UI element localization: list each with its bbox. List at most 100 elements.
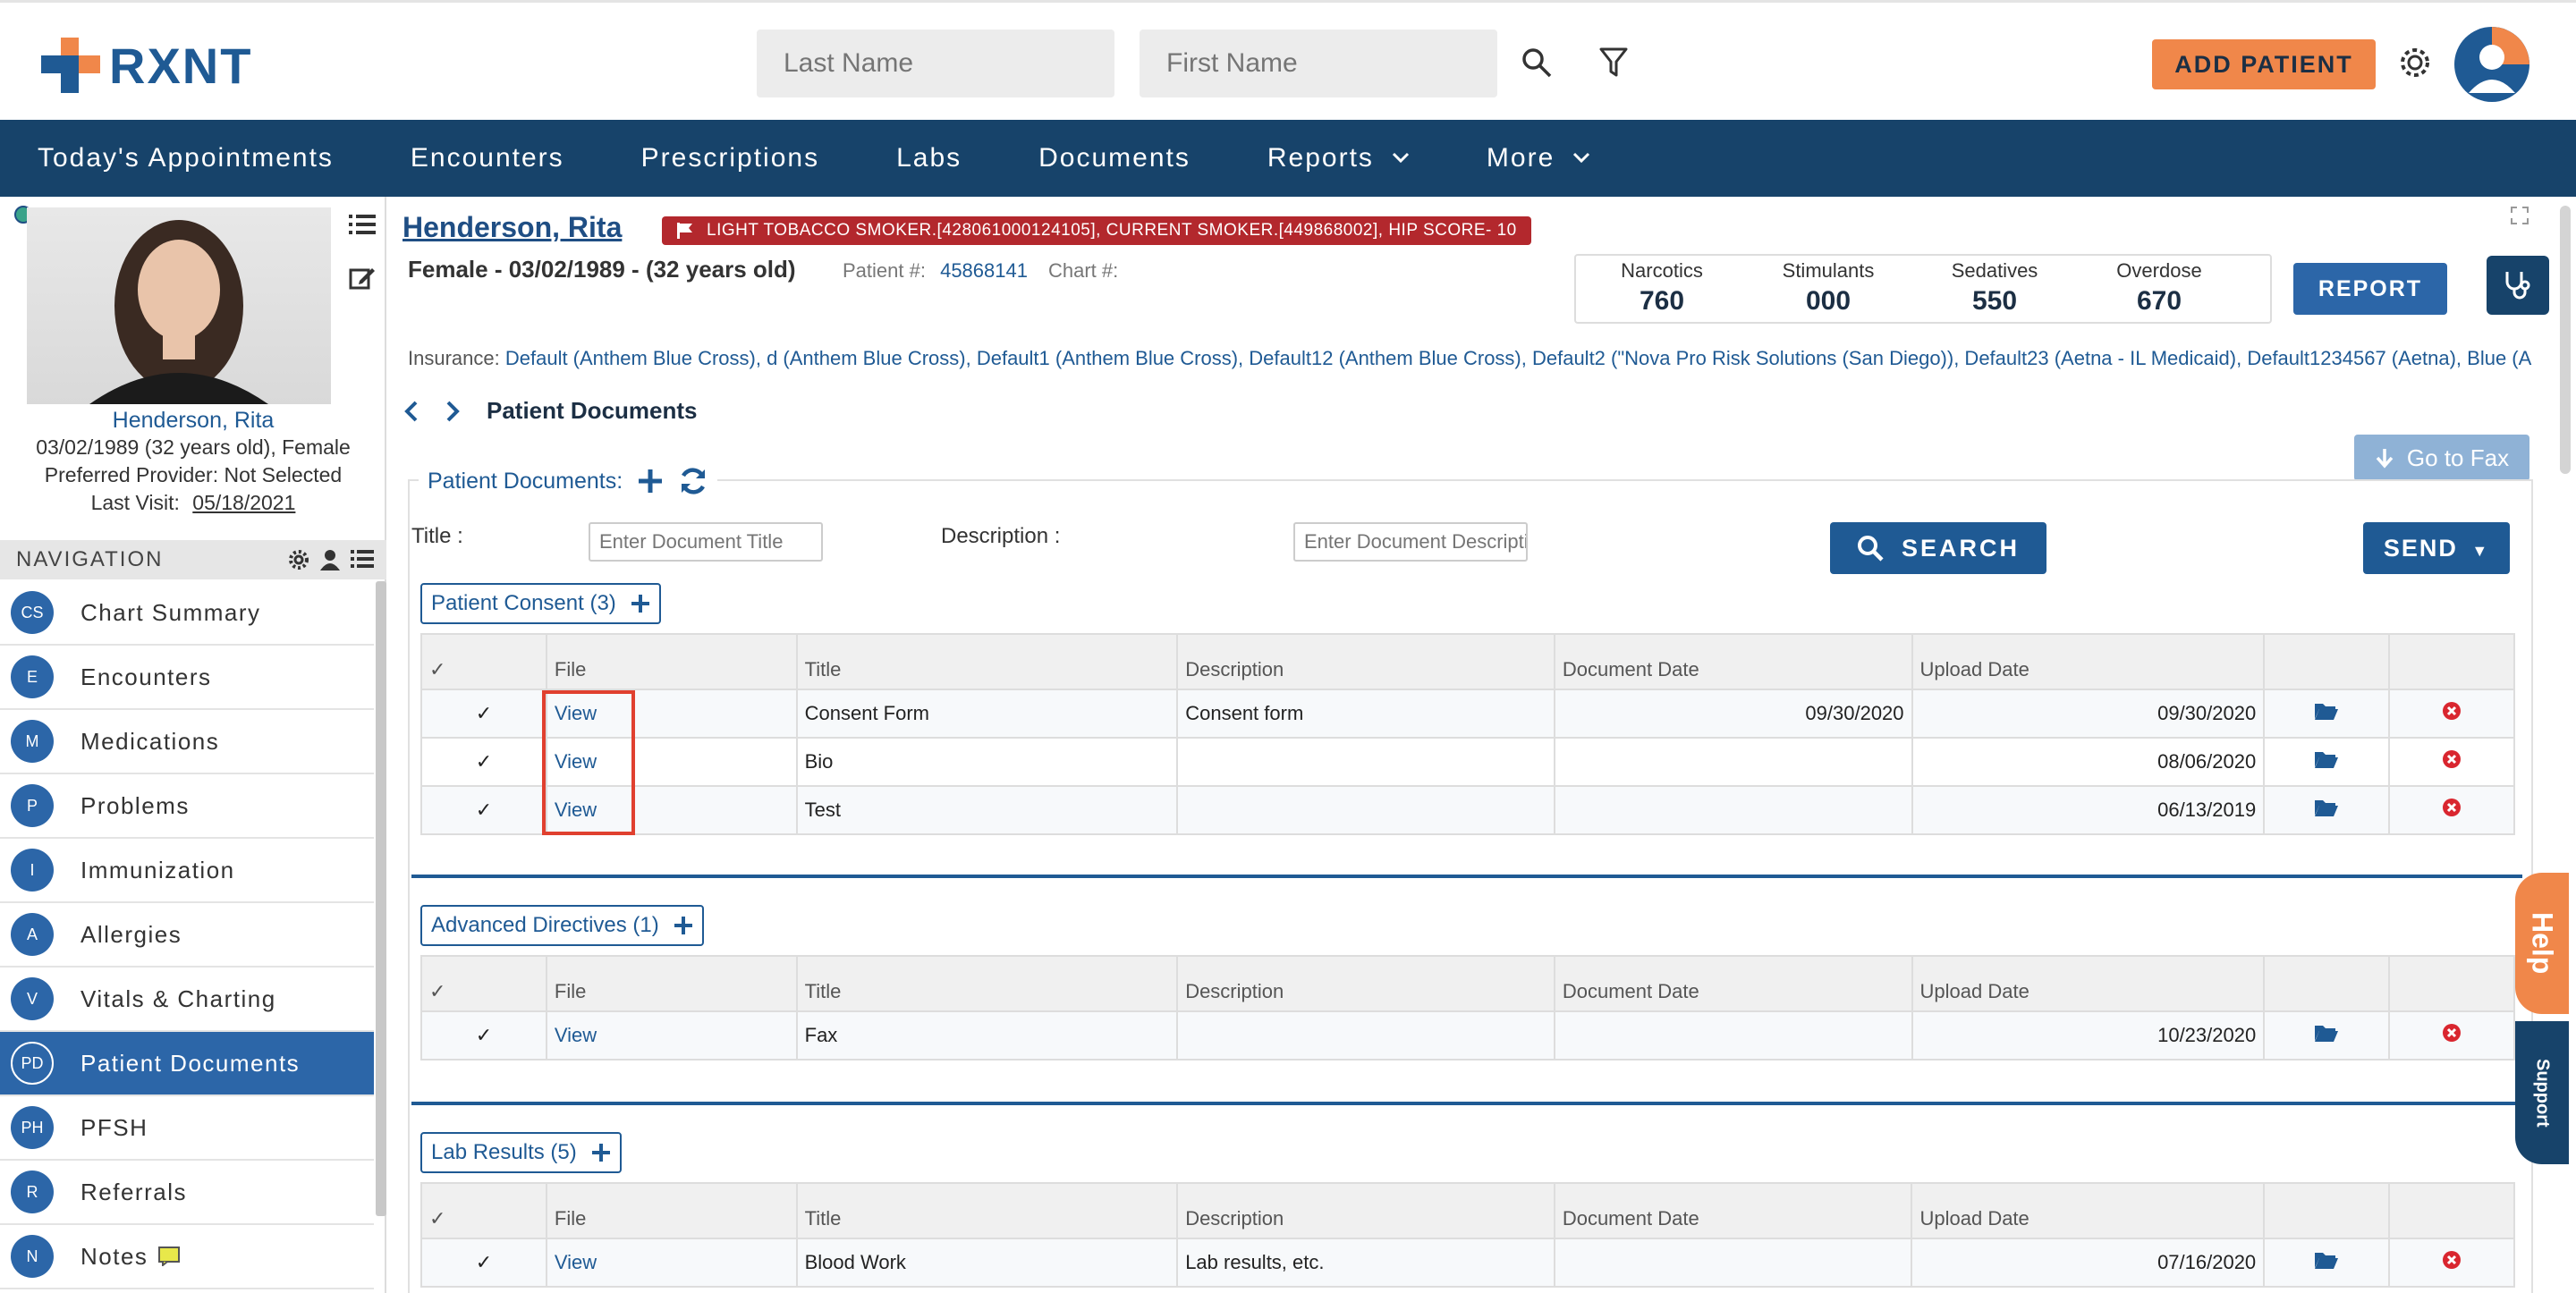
sidenav-encounters[interactable]: E Encounters — [0, 646, 374, 710]
select-column-header[interactable]: ✓ — [420, 1182, 547, 1239]
chevron-left-icon[interactable] — [404, 401, 419, 422]
sidenav-chart-summary[interactable]: CS Chart Summary — [0, 581, 374, 646]
section-advanced-directives[interactable]: Advanced Directives (1) — [420, 905, 704, 946]
column-header-file[interactable]: File — [545, 1182, 798, 1239]
nav-labs[interactable]: Labs — [896, 143, 962, 173]
patient-photo[interactable] — [27, 207, 331, 404]
sidenav-patient-documents[interactable]: PD Patient Documents — [0, 1032, 374, 1096]
document-title-input[interactable] — [589, 522, 823, 562]
nav-encounters[interactable]: Encounters — [411, 143, 564, 173]
doc-description: Consent form — [1176, 689, 1555, 739]
view-link[interactable]: View — [555, 1251, 597, 1273]
sidenav-referrals[interactable]: R Referrals — [0, 1161, 374, 1225]
view-link[interactable]: View — [555, 1024, 597, 1046]
folder-open-icon[interactable] — [2314, 1023, 2339, 1043]
insurance-list[interactable]: Default (Anthem Blue Cross), d (Anthem B… — [505, 347, 2531, 369]
gear-icon[interactable] — [2390, 38, 2440, 88]
stethoscope-icon[interactable] — [2487, 256, 2549, 315]
column-header-upload-date[interactable]: Upload Date — [1911, 955, 2266, 1012]
document-description-input[interactable] — [1293, 522, 1528, 562]
person-icon[interactable] — [320, 549, 340, 570]
select-column-header[interactable]: ✓ — [420, 633, 547, 690]
rxnt-logo[interactable]: RXNT — [41, 34, 252, 97]
settings-icon[interactable] — [288, 549, 309, 570]
column-header-title[interactable]: Title — [795, 1182, 1179, 1239]
delete-icon[interactable] — [2442, 701, 2462, 721]
expand-icon[interactable] — [2510, 206, 2529, 230]
sidenav-medications[interactable]: M Medications — [0, 710, 374, 774]
folder-open-icon[interactable] — [2314, 798, 2339, 817]
sidenav-label: Immunization — [80, 856, 235, 883]
column-header-description[interactable]: Description — [1176, 633, 1555, 690]
sidenav-vitals-charting[interactable]: V Vitals & Charting — [0, 968, 374, 1032]
column-header-upload-date[interactable]: Upload Date — [1911, 1182, 2266, 1239]
nav-reports[interactable]: Reports — [1267, 143, 1410, 173]
section-patient-consent[interactable]: Patient Consent (3) — [420, 583, 661, 624]
search-button[interactable]: SEARCH — [1830, 522, 2046, 574]
left-scrollbar[interactable] — [376, 581, 386, 1216]
search-icon[interactable] — [1512, 38, 1562, 88]
row-checkbox[interactable]: ✓ — [420, 785, 547, 835]
sidenav-immunization[interactable]: I Immunization — [0, 839, 374, 903]
nav-more[interactable]: More — [1487, 143, 1590, 173]
last-visit-date[interactable]: 05/18/2021 — [192, 491, 295, 514]
insurance-line: Insurance: Default (Anthem Blue Cross), … — [408, 347, 2555, 370]
column-header-description[interactable]: Description — [1176, 955, 1555, 1012]
column-header-delete — [2388, 1182, 2515, 1239]
list-icon[interactable] — [349, 213, 376, 241]
user-avatar[interactable] — [2454, 27, 2529, 102]
sidenav-allergies[interactable]: A Allergies — [0, 903, 374, 968]
add-patient-button[interactable]: ADD PATIENT — [2152, 39, 2376, 89]
nav-prescriptions[interactable]: Prescriptions — [641, 143, 819, 173]
report-button[interactable]: REPORT — [2293, 263, 2447, 315]
section-lab-results[interactable]: Lab Results (5) — [420, 1132, 622, 1173]
support-tab[interactable]: Support — [2515, 1021, 2569, 1164]
row-checkbox[interactable]: ✓ — [420, 737, 547, 787]
go-to-fax-button[interactable]: Go to Fax — [2354, 435, 2529, 481]
plus-icon[interactable] — [637, 468, 664, 494]
delete-icon[interactable] — [2442, 1023, 2462, 1043]
folder-open-icon[interactable] — [2314, 1250, 2339, 1270]
column-header-file[interactable]: File — [545, 633, 798, 690]
chevron-right-icon[interactable] — [445, 401, 460, 422]
filter-icon[interactable] — [1589, 38, 1639, 88]
column-header-description[interactable]: Description — [1176, 1182, 1555, 1239]
list-view-icon[interactable] — [351, 549, 374, 569]
send-button[interactable]: SEND ▼ — [2363, 522, 2510, 574]
patient-flags-badge[interactable]: LIGHT TOBACCO SMOKER.[428061000124105], … — [662, 216, 1531, 245]
plus-icon[interactable] — [591, 1143, 611, 1162]
plus-icon[interactable] — [631, 594, 650, 613]
sidenav-notes[interactable]: N Notes — [0, 1225, 374, 1289]
row-checkbox[interactable]: ✓ — [420, 1238, 547, 1288]
main-scrollbar[interactable] — [2560, 206, 2571, 474]
patient-name-heading[interactable]: Henderson, Rita — [402, 211, 622, 244]
row-checkbox[interactable]: ✓ — [420, 689, 547, 739]
column-header-document-date[interactable]: Document Date — [1553, 1182, 1913, 1239]
refresh-icon[interactable] — [678, 467, 708, 495]
patient-name-link[interactable]: Henderson, Rita — [0, 408, 386, 434]
column-header-document-date[interactable]: Document Date — [1553, 955, 1913, 1012]
delete-icon[interactable] — [2442, 749, 2462, 769]
nav-documents[interactable]: Documents — [1038, 143, 1191, 173]
column-header-document-date[interactable]: Document Date — [1553, 633, 1913, 690]
select-column-header[interactable]: ✓ — [420, 955, 547, 1012]
folder-open-icon[interactable] — [2314, 749, 2339, 769]
column-header-file[interactable]: File — [545, 955, 798, 1012]
plus-icon[interactable] — [674, 916, 693, 935]
sidenav-problems[interactable]: P Problems — [0, 774, 374, 839]
nav-more-label: More — [1486, 143, 1555, 173]
delete-icon[interactable] — [2442, 798, 2462, 817]
sidenav-pfsh[interactable]: PH PFSH — [0, 1096, 374, 1161]
column-header-title[interactable]: Title — [795, 633, 1179, 690]
column-header-title[interactable]: Title — [795, 955, 1179, 1012]
delete-icon[interactable] — [2442, 1250, 2462, 1270]
last-name-input[interactable] — [757, 30, 1114, 97]
nav-todays-appointments[interactable]: Today's Appointments — [38, 143, 334, 173]
row-checkbox[interactable]: ✓ — [420, 1010, 547, 1061]
patient-number-value[interactable]: 45868141 — [940, 259, 1028, 282]
folder-open-icon[interactable] — [2314, 701, 2339, 721]
column-header-upload-date[interactable]: Upload Date — [1911, 633, 2266, 690]
help-tab[interactable]: Help — [2515, 873, 2569, 1014]
edit-icon[interactable] — [349, 265, 376, 294]
first-name-input[interactable] — [1140, 30, 1497, 97]
